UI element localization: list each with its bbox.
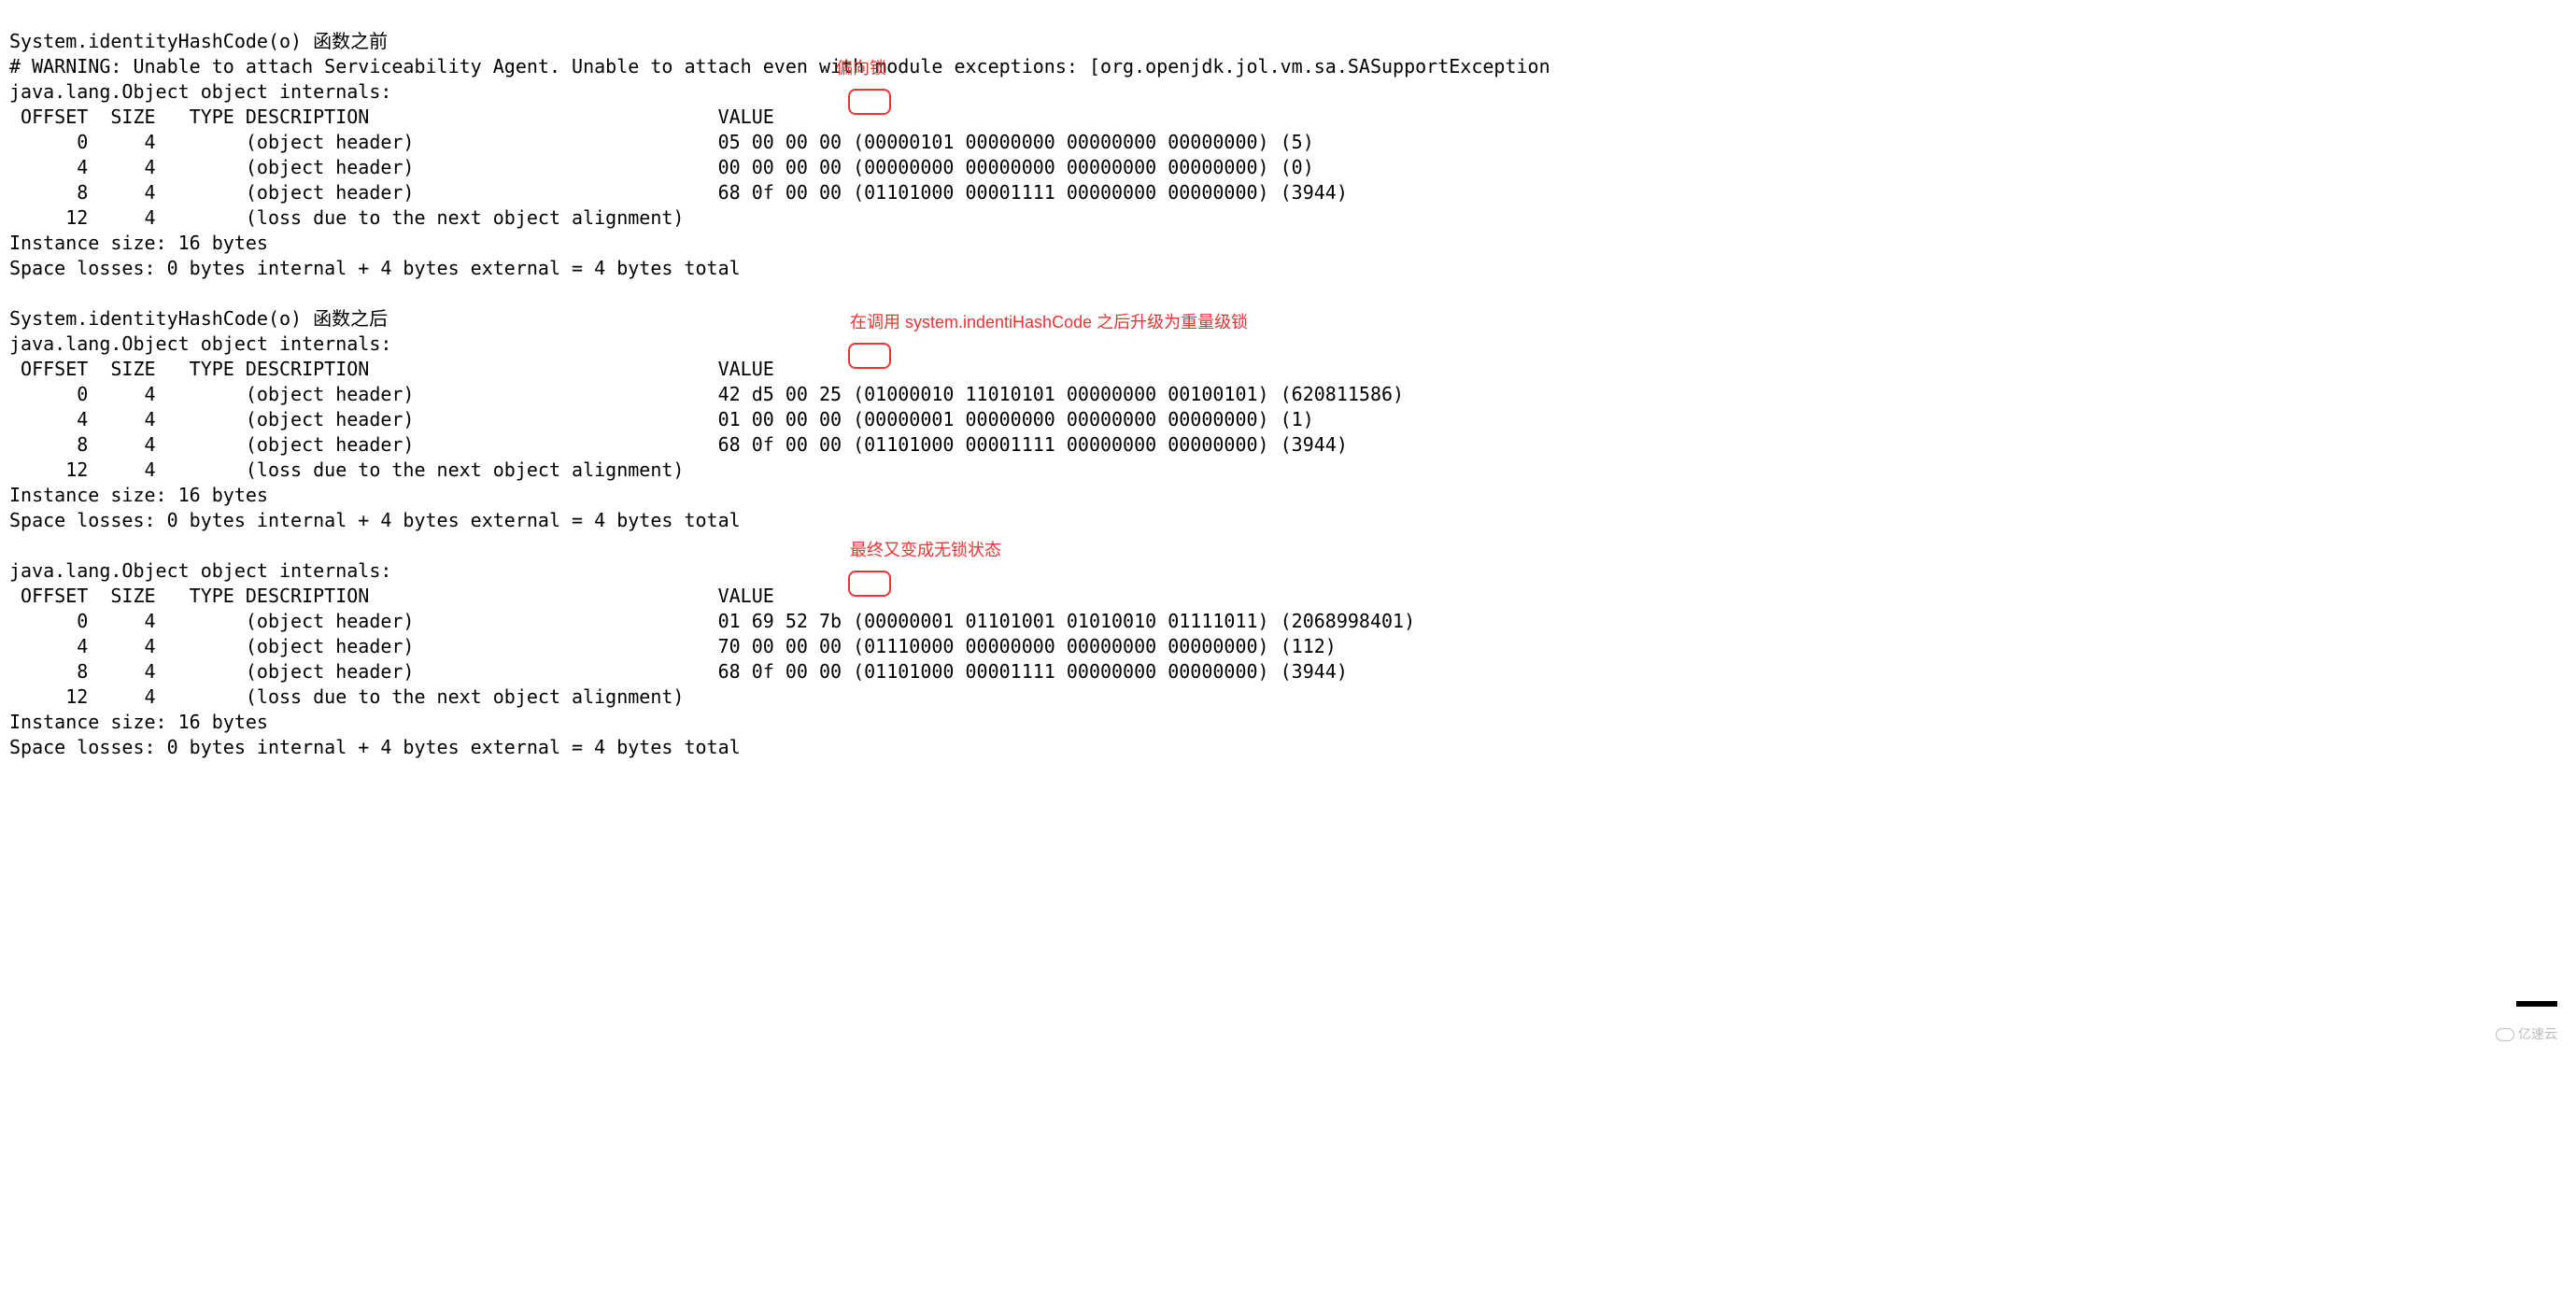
space-losses-2: Space losses: 0 bytes internal + 4 bytes… (9, 509, 741, 531)
table-header-2: OFFSET SIZE TYPE DESCRIPTION VALUE (9, 358, 774, 380)
section-header-after: System.identityHashCode(o) 函数之后 (9, 307, 388, 330)
instance-size-2: Instance size: 16 bytes (9, 484, 268, 506)
watermark-bar-icon (2516, 1001, 2557, 1007)
instance-size-3: Instance size: 16 bytes (9, 711, 268, 733)
highlight-box-1 (848, 89, 891, 115)
annotation-heavyweight-lock: 在调用 system.indentiHashCode 之后升级为重量级锁 (850, 310, 1248, 335)
annotation-unlocked: 最终又变成无锁状态 (850, 538, 1001, 563)
block3-row2: 8 4 (object header) 68 0f 00 00 (0110100… (9, 660, 1348, 683)
block1-row2: 8 4 (object header) 68 0f 00 00 (0110100… (9, 181, 1348, 204)
terminal-output: System.identityHashCode(o) 函数之前 # WARNIN… (0, 0, 2576, 1056)
block2-row2: 8 4 (object header) 68 0f 00 00 (0110100… (9, 433, 1348, 456)
watermark: 亿速云 (2496, 1022, 2557, 1047)
watermark-text: 亿速云 (2518, 1022, 2557, 1047)
block3-row1: 4 4 (object header) 70 00 00 00 (0111000… (9, 635, 1337, 657)
cloud-icon (2496, 1028, 2514, 1041)
block1-row0: 0 4 (object header) 05 00 00 00 (0000010… (9, 131, 1314, 153)
block2-row3: 12 4 (loss due to the next object alignm… (9, 459, 684, 481)
block3-row0: 0 4 (object header) 01 69 52 7b (0000000… (9, 610, 1415, 632)
highlight-box-3 (848, 571, 891, 597)
space-losses-3: Space losses: 0 bytes internal + 4 bytes… (9, 736, 741, 758)
block1-row1: 4 4 (object header) 00 00 00 00 (0000000… (9, 156, 1314, 178)
instance-size: Instance size: 16 bytes (9, 232, 268, 254)
internals-heading-3: java.lang.Object object internals: (9, 559, 391, 582)
block3-row3: 12 4 (loss due to the next object alignm… (9, 685, 684, 708)
highlight-box-2 (848, 343, 891, 369)
block2-row1: 4 4 (object header) 01 00 00 00 (0000000… (9, 408, 1314, 430)
internals-heading-2: java.lang.Object object internals: (9, 332, 391, 355)
table-header-3: OFFSET SIZE TYPE DESCRIPTION VALUE (9, 585, 774, 607)
warning-line: # WARNING: Unable to attach Serviceabili… (9, 55, 1550, 78)
block1-row3: 12 4 (loss due to the next object alignm… (9, 206, 684, 229)
internals-heading: java.lang.Object object internals: (9, 80, 391, 103)
table-header: OFFSET SIZE TYPE DESCRIPTION VALUE (9, 106, 774, 128)
section-header-before: System.identityHashCode(o) 函数之前 (9, 30, 388, 52)
annotation-biased-lock: 偏向锁 (836, 56, 886, 81)
block2-row0: 0 4 (object header) 42 d5 00 25 (0100001… (9, 383, 1404, 405)
space-losses: Space losses: 0 bytes internal + 4 bytes… (9, 257, 741, 279)
